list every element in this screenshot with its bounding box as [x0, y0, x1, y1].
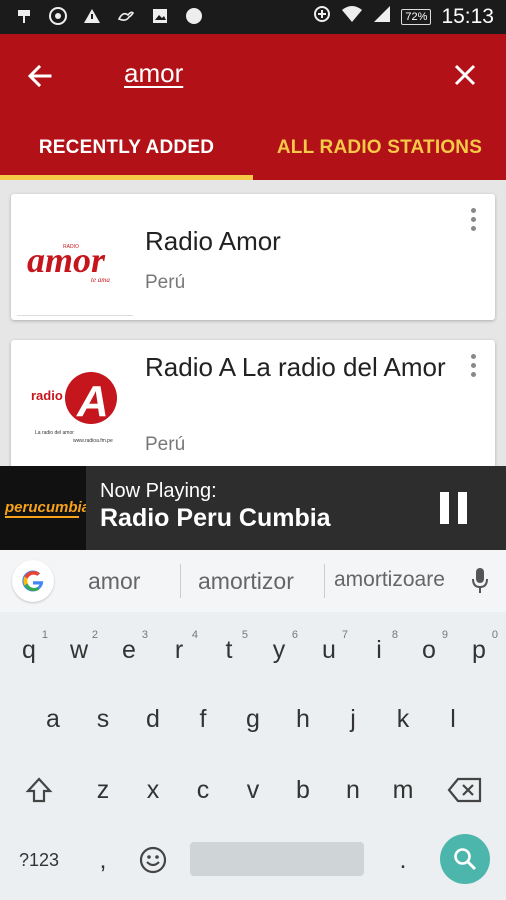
status-bar: 72% 15:13 — [0, 0, 506, 34]
station-card[interactable]: radio A La radio del amor www.radioa.fm.… — [11, 340, 495, 466]
data-saver-icon — [313, 5, 331, 29]
usb-icon — [14, 6, 34, 26]
search-icon — [454, 848, 477, 871]
key-w[interactable]: w2 — [54, 625, 104, 675]
wifi-icon — [341, 5, 363, 29]
station-card[interactable]: RADIO amor te ama Radio Amor Perú — [11, 194, 495, 320]
key-e[interactable]: e3 — [104, 625, 154, 675]
key-q[interactable]: q1 — [4, 625, 54, 675]
shift-icon — [25, 777, 53, 803]
back-button[interactable] — [24, 60, 56, 92]
chrome-icon — [48, 6, 68, 26]
suggestion-2[interactable]: amortizor — [198, 568, 294, 595]
now-playing-station: Radio Peru Cumbia — [100, 504, 331, 532]
comma-key[interactable]: , — [78, 835, 128, 885]
overflow-menu-button[interactable] — [465, 354, 481, 382]
key-v[interactable]: v — [228, 765, 278, 815]
backspace-icon — [447, 777, 482, 803]
key-y[interactable]: y6 — [254, 625, 304, 675]
overflow-menu-button[interactable] — [465, 208, 481, 236]
now-playing-bar[interactable]: perucumbia Now Playing: Radio Peru Cumbi… — [0, 466, 506, 550]
key-t[interactable]: t5 — [204, 625, 254, 675]
now-playing-label: Now Playing: — [100, 480, 217, 502]
space-key[interactable] — [190, 842, 364, 876]
key-a[interactable]: a — [28, 694, 78, 744]
tab-bar: RECENTLY ADDED ALL RADIO STATIONS — [0, 116, 506, 180]
key-m[interactable]: m — [378, 765, 428, 815]
pause-button[interactable] — [440, 492, 468, 524]
backspace-key[interactable] — [440, 765, 490, 815]
key-u[interactable]: u7 — [304, 625, 354, 675]
key-x[interactable]: x — [128, 765, 178, 815]
more-vert-icon — [465, 208, 481, 231]
google-button[interactable] — [12, 560, 54, 602]
logo-a-wordmark: radio — [31, 388, 63, 403]
radio-a-logo: radio A La radio del amor www.radioa.fm.… — [31, 372, 117, 444]
emoji-key[interactable] — [128, 835, 178, 885]
key-c[interactable]: c — [178, 765, 228, 815]
key-f[interactable]: f — [178, 694, 228, 744]
period-key[interactable]: . — [378, 835, 428, 885]
key-l[interactable]: l — [428, 694, 478, 744]
logo-a-url: www.radioa.fm.pe — [73, 438, 113, 444]
key-n[interactable]: n — [328, 765, 378, 815]
more-vert-icon — [465, 354, 481, 377]
logo-cumbia-wordmark: perucumbia — [4, 499, 86, 516]
station-country: Perú — [145, 434, 186, 455]
key-b[interactable]: b — [278, 765, 328, 815]
station-name: Radio A La radio del Amor — [145, 352, 446, 382]
divider — [17, 315, 133, 316]
divider — [324, 564, 325, 598]
signal-icon — [373, 5, 391, 29]
microphone-icon — [472, 568, 488, 593]
warning-icon — [82, 6, 102, 26]
station-logo: RADIO amor te ama — [19, 202, 131, 312]
radio-amor-logo: RADIO amor te ama — [27, 240, 110, 284]
google-g-icon — [22, 570, 44, 592]
station-list: RADIO amor te ama Radio Amor Perú radio … — [0, 180, 506, 466]
station-country: Perú — [145, 272, 186, 293]
search-action-key[interactable] — [440, 834, 490, 884]
now-playing-logo: perucumbia — [0, 466, 90, 550]
station-logo: radio A La radio del amor www.radioa.fm.… — [19, 348, 131, 458]
key-r[interactable]: r4 — [154, 625, 204, 675]
key-k[interactable]: k — [378, 694, 428, 744]
tab-all-radio-stations[interactable]: ALL RADIO STATIONS — [253, 116, 506, 180]
divider — [180, 564, 181, 598]
logo-amor-tagline: te ama — [91, 276, 110, 284]
logo-amor-wordmark: amor — [27, 240, 106, 280]
clock: 15:13 — [441, 5, 494, 28]
bird-icon — [116, 6, 136, 26]
arrow-left-icon — [27, 64, 52, 88]
soft-keyboard: amor amortizor amortizoare q1 w2 e3 r4 t… — [0, 550, 506, 900]
key-d[interactable]: d — [128, 694, 178, 744]
battery-indicator: 72% — [401, 9, 432, 25]
key-o[interactable]: o9 — [404, 625, 454, 675]
key-h[interactable]: h — [278, 694, 328, 744]
key-g[interactable]: g — [228, 694, 278, 744]
station-name: Radio Amor — [145, 226, 281, 256]
circle-icon — [184, 6, 204, 26]
search-input[interactable]: amor — [124, 58, 183, 89]
image-icon — [150, 6, 170, 26]
voice-input-button[interactable] — [470, 566, 490, 596]
key-z[interactable]: z — [78, 765, 128, 815]
shift-key[interactable] — [14, 765, 64, 815]
key-s[interactable]: s — [78, 694, 128, 744]
logo-a-tagline: La radio del amor — [35, 430, 74, 436]
tab-recently-added[interactable]: RECENTLY ADDED — [0, 116, 253, 180]
search-toolbar: amor — [0, 34, 506, 116]
emoji-icon — [139, 846, 167, 874]
key-j[interactable]: j — [328, 694, 378, 744]
suggestion-strip: amor amortizor amortizoare — [0, 550, 506, 612]
clear-search-button[interactable] — [450, 60, 480, 90]
suggestion-1[interactable]: amor — [88, 568, 140, 595]
symbols-key[interactable]: ?123 — [14, 835, 64, 885]
logo-a-letter: A — [76, 377, 109, 426]
suggestion-3[interactable]: amortizoare — [334, 568, 445, 592]
close-icon — [454, 64, 476, 86]
key-p[interactable]: p0 — [454, 625, 504, 675]
key-i[interactable]: i8 — [354, 625, 404, 675]
